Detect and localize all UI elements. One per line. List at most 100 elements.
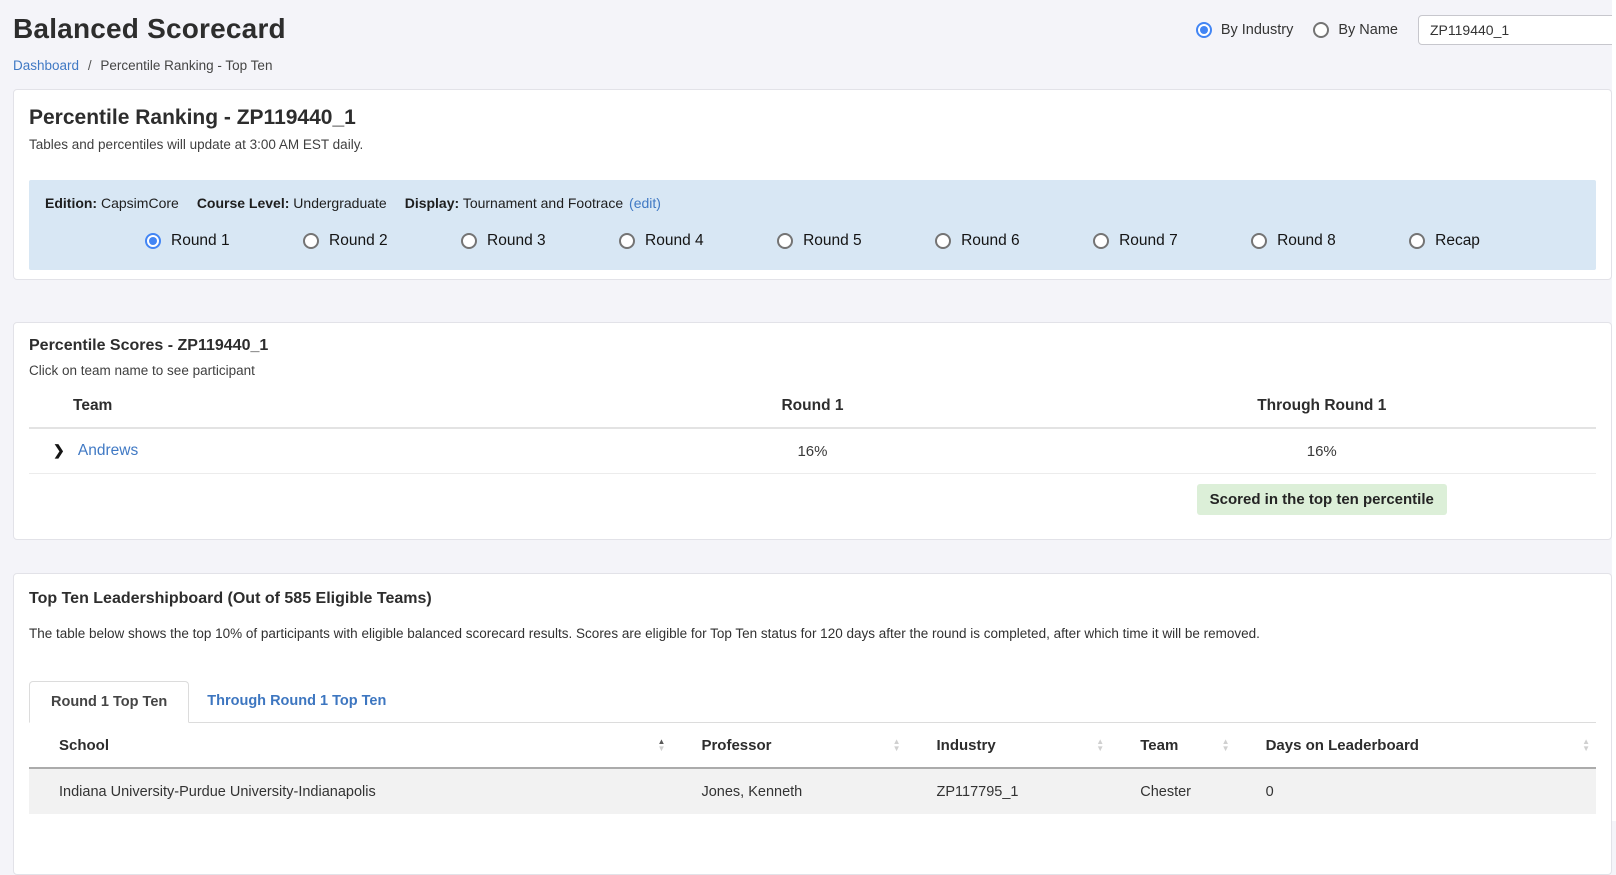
round-3-option[interactable]: Round 3 (461, 232, 546, 250)
badge-row: Scored in the top ten percentile (29, 474, 1596, 516)
sort-carets-icon[interactable] (893, 739, 901, 752)
round-3-radio[interactable] (461, 233, 477, 249)
team-header-label: Team (1140, 737, 1178, 754)
round-8-label: Round 8 (1277, 232, 1336, 250)
recap-radio[interactable] (1409, 233, 1425, 249)
edition-value: CapsimCore (101, 195, 179, 211)
table-row: Andrews 16% 16% (29, 428, 1596, 474)
tab-round1-top-ten[interactable]: Round 1 Top Ten (29, 681, 189, 723)
professor-cell: Jones, Kenneth (671, 768, 906, 814)
empty-cell (29, 474, 577, 516)
by-industry-radio[interactable] (1196, 22, 1212, 38)
through-round1-score-cell: 16% (1048, 428, 1596, 474)
by-industry-label: By Industry (1221, 22, 1294, 38)
top-ten-leaderboard-card: Top Ten Leadershipboard (Out of 585 Elig… (13, 573, 1612, 875)
round-8-option[interactable]: Round 8 (1251, 232, 1336, 250)
school-header-label: School (59, 737, 109, 754)
course-level-info: Course Level: Undergraduate (197, 195, 387, 211)
percentile-scores-table: Team Round 1 Through Round 1 Andrews 16%… (29, 386, 1596, 515)
by-name-option[interactable]: By Name (1313, 22, 1398, 38)
through-round1-column-header: Through Round 1 (1048, 386, 1596, 428)
edit-display-link[interactable]: (edit) (629, 195, 661, 211)
table-row: Indiana University-Purdue University-Ind… (29, 768, 1596, 814)
round-2-radio[interactable] (303, 233, 319, 249)
days-header-label: Days on Leaderboard (1266, 737, 1419, 754)
industry-header-label: Industry (937, 737, 996, 754)
leaderboard-header-row: School Professor (29, 723, 1596, 768)
ranking-subtitle: Tables and percentiles will update at 3:… (29, 137, 1596, 152)
days-cell: 0 (1236, 768, 1596, 814)
breadcrumb: Dashboard / Percentile Ranking - Top Ten (13, 58, 1603, 73)
empty-cell (577, 474, 1047, 516)
round-7-label: Round 7 (1119, 232, 1178, 250)
by-industry-option[interactable]: By Industry (1196, 22, 1294, 38)
round-5-radio[interactable] (777, 233, 793, 249)
industry-cell: ZP117795_1 (907, 768, 1111, 814)
round-5-label: Round 5 (803, 232, 862, 250)
professor-column-header[interactable]: Professor (671, 723, 906, 768)
percentile-scores-card: Percentile Scores - ZP119440_1 Click on … (13, 322, 1612, 540)
display-value: Tournament and Footrace (463, 195, 623, 211)
recap-option[interactable]: Recap (1409, 232, 1480, 250)
round-6-radio[interactable] (935, 233, 951, 249)
by-name-label: By Name (1338, 22, 1398, 38)
professor-header-label: Professor (701, 737, 771, 754)
breadcrumb-dashboard-link[interactable]: Dashboard (13, 58, 79, 73)
scores-header-row: Team Round 1 Through Round 1 (29, 386, 1596, 428)
round-1-radio[interactable] (145, 233, 161, 249)
sort-carets-icon[interactable] (1222, 739, 1230, 752)
team-cell: Andrews (29, 428, 577, 474)
team-cell: Chester (1110, 768, 1235, 814)
view-mode-controls: By Industry By Name (1196, 15, 1616, 45)
badge-cell: Scored in the top ten percentile (1048, 474, 1596, 516)
breadcrumb-separator: / (88, 58, 92, 73)
leaderboard-table: School Professor (29, 723, 1596, 814)
round-7-option[interactable]: Round 7 (1093, 232, 1178, 250)
top-bar: Balanced Scorecard Dashboard / Percentil… (0, 0, 1616, 73)
leaderboard-description: The table below shows the top 10% of par… (29, 626, 1596, 641)
school-column-header[interactable]: School (29, 723, 671, 768)
round-4-option[interactable]: Round 4 (619, 232, 704, 250)
percentile-ranking-card: Percentile Ranking - ZP119440_1 Tables a… (13, 89, 1612, 280)
tab-through-round1-label: Through Round 1 Top Ten (207, 693, 386, 709)
tab-through-round1-top-ten[interactable]: Through Round 1 Top Ten (189, 681, 404, 722)
round-1-label: Round 1 (171, 232, 230, 250)
team-link-andrews[interactable]: Andrews (78, 442, 138, 459)
days-column-header[interactable]: Days on Leaderboard (1236, 723, 1596, 768)
scores-title: Percentile Scores - ZP119440_1 (29, 337, 1596, 355)
round-6-label: Round 6 (961, 232, 1020, 250)
industry-column-header[interactable]: Industry (907, 723, 1111, 768)
display-label: Display: (405, 195, 459, 211)
industry-search-input[interactable] (1418, 15, 1616, 45)
round-8-radio[interactable] (1251, 233, 1267, 249)
sort-carets-icon[interactable] (1096, 739, 1104, 752)
round-6-option[interactable]: Round 6 (935, 232, 1020, 250)
top-ten-badge: Scored in the top ten percentile (1197, 484, 1447, 515)
by-name-radio[interactable] (1313, 22, 1329, 38)
breadcrumb-current: Percentile Ranking - Top Ten (100, 58, 272, 73)
sort-carets-icon[interactable] (658, 739, 666, 752)
school-cell: Indiana University-Purdue University-Ind… (29, 768, 671, 814)
scrollbar-gutter (1612, 0, 1616, 821)
sort-carets-icon[interactable] (1582, 739, 1590, 752)
round1-column-header: Round 1 (577, 386, 1047, 428)
round-selector: Round 1 Round 2 Round 3 Round 4 Round 5 … (45, 232, 1580, 250)
round-4-radio[interactable] (619, 233, 635, 249)
scores-subtitle: Click on team name to see participant (29, 363, 1596, 378)
team-column-header[interactable]: Team (1110, 723, 1235, 768)
tab-round1-label: Round 1 Top Ten (51, 694, 167, 710)
chevron-right-icon[interactable] (53, 442, 65, 459)
leaderboard-title: Top Ten Leadershipboard (Out of 585 Elig… (29, 590, 1596, 608)
round-2-option[interactable]: Round 2 (303, 232, 388, 250)
course-level-value: Undergraduate (293, 195, 386, 211)
round-5-option[interactable]: Round 5 (777, 232, 862, 250)
round-1-option[interactable]: Round 1 (145, 232, 230, 250)
simulation-info-line: Edition: CapsimCore Course Level: Underg… (45, 195, 1580, 211)
round-7-radio[interactable] (1093, 233, 1109, 249)
display-info: Display: Tournament and Footrace (edit) (405, 195, 661, 211)
round-4-label: Round 4 (645, 232, 704, 250)
course-level-label: Course Level: (197, 195, 290, 211)
edition-label: Edition: (45, 195, 97, 211)
round-3-label: Round 3 (487, 232, 546, 250)
recap-label: Recap (1435, 232, 1480, 250)
